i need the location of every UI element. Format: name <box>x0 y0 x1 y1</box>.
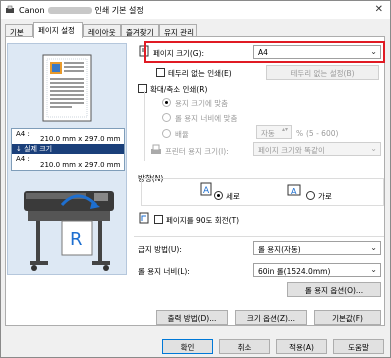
fit-roll-radio[interactable] <box>162 113 171 122</box>
scaling-radio[interactable] <box>162 129 171 138</box>
printer-paper-size-label: 프린터 용지 크기(I): <box>165 147 229 156</box>
paper-source-label: 급지 방법(U): <box>138 245 182 254</box>
rotate-90-label: 페이지를 90도 회전(T) <box>166 216 240 225</box>
media-size-info: A4 : 210.0 mm x 297.0 mm ↓ 실제 크기 A4 : 21… <box>11 128 125 171</box>
roll-paper-options-button[interactable]: 롤 용지 옵션(O)... <box>287 282 381 297</box>
apply-button[interactable]: 적용(A) <box>276 339 327 354</box>
output-media-label: A4 : <box>16 155 30 163</box>
printer-illustration: R <box>24 191 114 271</box>
defaults-button[interactable]: 기본값(F) <box>314 310 381 325</box>
title-bar: Canon 인쇄 기본 설정 ✕ <box>1 1 390 19</box>
printer-app-icon <box>6 5 14 13</box>
borderless-label: 테두리 없는 인쇄(E) <box>168 69 232 78</box>
page-size-label: 페이지 크기(G): <box>153 49 205 58</box>
scaling-label: 배율 <box>175 130 189 139</box>
help-button[interactable]: 도움말 <box>333 339 384 354</box>
portrait-icon: A <box>200 182 212 196</box>
size-options-button[interactable]: 크기 옵션(Z)... <box>235 310 307 325</box>
print-preferences-window: Canon 인쇄 기본 설정 ✕ 기본 페이지 설정 레이아웃 즐겨찾기 유지 관… <box>0 0 391 358</box>
rotate-90-checkbox[interactable] <box>154 215 163 224</box>
scaling-value-spinner[interactable]: 자동 ▴▾ <box>256 125 292 139</box>
landscape-radio[interactable] <box>306 191 315 200</box>
scaling-range: (5 - 600) <box>306 129 339 138</box>
tab-page-setup[interactable]: 페이지 설정 <box>33 22 83 38</box>
fit-paper-radio[interactable] <box>162 98 171 107</box>
borderless-checkbox[interactable] <box>156 68 165 77</box>
rotate-page-icon <box>139 212 149 224</box>
source-media-label: A4 : <box>16 130 30 138</box>
printer-paper-size-select[interactable]: 페이지 크기와 똑같이 ⌄ <box>253 142 381 156</box>
portrait-label: 세로 <box>226 192 240 201</box>
svg-text:R: R <box>70 229 83 250</box>
portrait-radio[interactable] <box>214 191 223 200</box>
actual-size-indicator: ↓ 실제 크기 <box>12 144 124 154</box>
svg-text:A: A <box>203 186 210 196</box>
ok-button[interactable]: 확인 <box>162 339 213 354</box>
orientation-group-frame <box>141 178 384 206</box>
printer-paper-size-icon <box>151 144 161 154</box>
scaling-unit: % <box>296 129 304 138</box>
page-size-select[interactable]: A4 ⌄ <box>253 45 381 59</box>
landscape-label: 가로 <box>318 192 332 201</box>
section-divider <box>134 236 384 237</box>
roll-width-select[interactable]: 60in 롤(1524.0mm) ⌄ <box>253 263 381 277</box>
fit-roll-label: 롤 용지 너비에 맞춤 <box>175 114 238 123</box>
borderless-settings-button[interactable]: 테두리 없는 설정(B) <box>266 65 379 80</box>
source-media-size: 210.0 mm x 297.0 mm <box>40 135 121 143</box>
roll-width-label: 롤 용지 너비(L): <box>138 267 190 276</box>
output-media-size: 210.0 mm x 297.0 mm <box>40 161 121 169</box>
close-icon[interactable]: ✕ <box>375 4 383 15</box>
cancel-button[interactable]: 취소 <box>219 339 270 354</box>
paper-source-select[interactable]: 롤 용지(자동) ⌄ <box>253 241 381 255</box>
output-method-button[interactable]: 출력 방법(D)... <box>156 310 228 325</box>
page-preview-image <box>42 54 92 122</box>
svg-text:A: A <box>291 187 297 196</box>
landscape-icon: A <box>287 184 301 196</box>
window-title: Canon 인쇄 기본 설정 <box>19 6 144 15</box>
fit-paper-label: 용지 크기에 맞춤 <box>175 99 229 108</box>
